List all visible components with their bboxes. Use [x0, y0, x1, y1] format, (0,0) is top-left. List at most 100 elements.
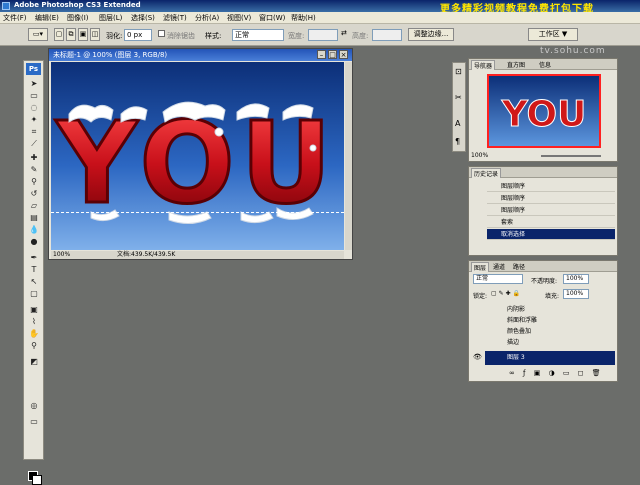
move-tool-icon[interactable]: ➤ [28, 79, 40, 89]
document-title: 未标题-1 @ 100% (图层 3, RGB/8) [53, 51, 168, 59]
eyedropper-tool-icon[interactable]: ⌇ [28, 317, 40, 327]
workspace-button[interactable]: 工作区 ▼ [528, 28, 578, 41]
document-canvas[interactable]: YOU [51, 62, 344, 250]
lock-icons[interactable]: ▢ ✎ ✚ 🔒 [491, 290, 520, 297]
layer-effect-row[interactable]: 颜色叠加 [485, 327, 615, 337]
layer-effect-row[interactable]: 内阴影 [485, 305, 615, 315]
layer-effect-row[interactable]: 斜面和浮雕 [485, 316, 615, 326]
opacity-input[interactable]: 100% [563, 274, 589, 284]
character-panel-icon[interactable]: A [455, 119, 460, 128]
path-selection-tool-icon[interactable]: ↖ [28, 277, 40, 287]
marquee-tool-icon[interactable]: ▭ [28, 91, 40, 101]
feather-input[interactable]: 0 px [124, 29, 152, 41]
menu-layer[interactable]: 图层(L) [99, 13, 122, 23]
magic-wand-tool-icon[interactable]: ✦ [28, 115, 40, 125]
navigator-preview-text: YOU [501, 94, 587, 135]
tab-paths[interactable]: 路径 [511, 262, 527, 271]
minimize-icon[interactable]: – [317, 50, 326, 59]
menu-view[interactable]: 视图(V) [227, 13, 251, 23]
menu-filter[interactable]: 滤镜(T) [163, 13, 187, 23]
quick-mask-icon[interactable]: ◎ [28, 401, 40, 411]
zoom-tool-icon[interactable]: ⚲ [28, 341, 40, 351]
fill-input[interactable]: 100% [563, 289, 589, 299]
options-bar: ▭▾ ▢ ⧉ ▣ ◫ 羽化: 0 px 消除锯齿 样式: 正常 宽度: ⇄ 高度… [0, 24, 640, 46]
menu-window[interactable]: 窗口(W) [259, 13, 285, 23]
document-window: 未标题-1 @ 100% (图层 3, RGB/8) – □ × YOU 100… [48, 48, 353, 260]
menu-edit[interactable]: 编辑(E) [35, 13, 59, 23]
clone-stamp-tool-icon[interactable]: ⚲ [28, 177, 40, 187]
eraser-tool-icon[interactable]: ▱ [28, 201, 40, 211]
pen-tool-icon[interactable]: ✒ [28, 253, 40, 263]
shape-tool-icon[interactable]: ▢ [28, 289, 40, 299]
slice-tool-icon[interactable]: ⟋ [28, 139, 40, 149]
dodge-tool-icon[interactable]: ● [28, 237, 40, 247]
screen-mode-icon[interactable]: ▭ [28, 417, 40, 427]
history-tabs: 历史记录 [469, 167, 617, 178]
navigator-tabs: 导航器 直方图 信息 [469, 59, 617, 70]
history-item-selected[interactable]: 取消选择 [487, 229, 615, 240]
layers-panel: 图层 通道 路径 正常 不透明度: 100% 锁定: ▢ ✎ ✚ 🔒 填充: 1… [468, 260, 618, 382]
antialias-checkbox[interactable] [158, 30, 165, 37]
tab-navigator[interactable]: 导航器 [471, 60, 496, 70]
tab-info[interactable]: 信息 [537, 60, 553, 69]
navigator-thumbnail[interactable]: YOU [487, 74, 601, 148]
menu-analysis[interactable]: 分析(A) [195, 13, 219, 23]
feather-label: 羽化: [106, 32, 123, 40]
type-tool-icon[interactable]: T [28, 265, 40, 275]
document-title-bar[interactable]: 未标题-1 @ 100% (图层 3, RGB/8) – □ × [49, 49, 352, 61]
gradient-tool-icon[interactable]: ▤ [28, 213, 40, 223]
history-item[interactable]: 图层顺序 [487, 181, 615, 192]
notes-tool-icon[interactable]: ▣ [28, 305, 40, 315]
healing-brush-tool-icon[interactable]: ✚ [28, 153, 40, 163]
brush-tool-icon[interactable]: ✎ [28, 165, 40, 175]
maximize-icon[interactable]: □ [328, 50, 337, 59]
tab-history[interactable]: 历史记录 [471, 168, 502, 178]
panel-dock: 导航器 直方图 信息 YOU 100% 历史记录 图层顺序 图层顺序 图层顺序 … [468, 58, 618, 384]
lasso-tool-icon[interactable]: ◌ [28, 103, 40, 113]
background-color-swatch[interactable] [32, 475, 42, 485]
height-input[interactable] [372, 29, 402, 41]
swap-icon[interactable]: ⇄ [341, 29, 347, 37]
style-label: 样式: [205, 32, 222, 40]
watermark: tv.sohu.com [540, 46, 606, 56]
add-selection-icon[interactable]: ⧉ [66, 28, 76, 41]
tool-presets-icon[interactable]: ✂ [455, 93, 462, 102]
document-status-bar: 100% 文档:439.5K/439.5K [51, 251, 344, 259]
tab-histogram[interactable]: 直方图 [505, 60, 527, 69]
history-brush-tool-icon[interactable]: ↺ [28, 189, 40, 199]
navigator-panel-icon[interactable]: ⊡ [455, 67, 462, 76]
doc-size-info: 文档:439.5K/439.5K [117, 251, 176, 258]
history-item[interactable]: 套索 [487, 217, 615, 228]
height-label: 高度: [352, 32, 369, 40]
navigator-zoom-slider[interactable] [541, 155, 601, 157]
crop-tool-icon[interactable]: ⌗ [28, 127, 40, 137]
hand-tool-icon[interactable]: ✋ [28, 329, 40, 339]
selected-layer-row[interactable]: 图层 3 [485, 351, 615, 365]
blur-tool-icon[interactable]: 💧 [28, 225, 40, 235]
history-item[interactable]: 图层顺序 [487, 193, 615, 204]
layer-effect-row[interactable]: 描边 [485, 338, 615, 348]
vertical-scrollbar[interactable] [345, 62, 352, 250]
navigator-zoom[interactable]: 100% [471, 152, 488, 159]
style-select[interactable]: 正常 [232, 29, 284, 41]
eye-visibility-icon[interactable]: 👁 [473, 353, 482, 362]
tab-layers[interactable]: 图层 [471, 262, 490, 272]
subtract-selection-icon[interactable]: ▣ [78, 28, 88, 41]
menu-select[interactable]: 选择(S) [131, 13, 155, 23]
intersect-selection-icon[interactable]: ◫ [90, 28, 100, 41]
default-colors-icon[interactable]: ◩ [28, 357, 40, 367]
new-selection-icon[interactable]: ▢ [54, 28, 64, 41]
history-item[interactable]: 图层顺序 [487, 205, 615, 216]
blend-mode-select[interactable]: 正常 [473, 274, 523, 284]
paragraph-panel-icon[interactable]: ¶ [455, 137, 460, 146]
width-input[interactable] [308, 29, 338, 41]
menu-file[interactable]: 文件(F) [3, 13, 27, 23]
menu-image[interactable]: 图像(I) [67, 13, 89, 23]
close-icon[interactable]: × [339, 50, 348, 59]
refine-edge-button[interactable]: 调整边缘... [408, 28, 454, 41]
layer-actions-bar[interactable]: ∞ ƒ ▣ ◑ ▭ ◻ 🗑 [509, 369, 604, 377]
menu-help[interactable]: 帮助(H) [291, 13, 316, 23]
tab-channels[interactable]: 通道 [491, 262, 507, 271]
zoom-readout[interactable]: 100% [53, 251, 70, 259]
marquee-tool-preset-icon[interactable]: ▭▾ [28, 28, 48, 41]
